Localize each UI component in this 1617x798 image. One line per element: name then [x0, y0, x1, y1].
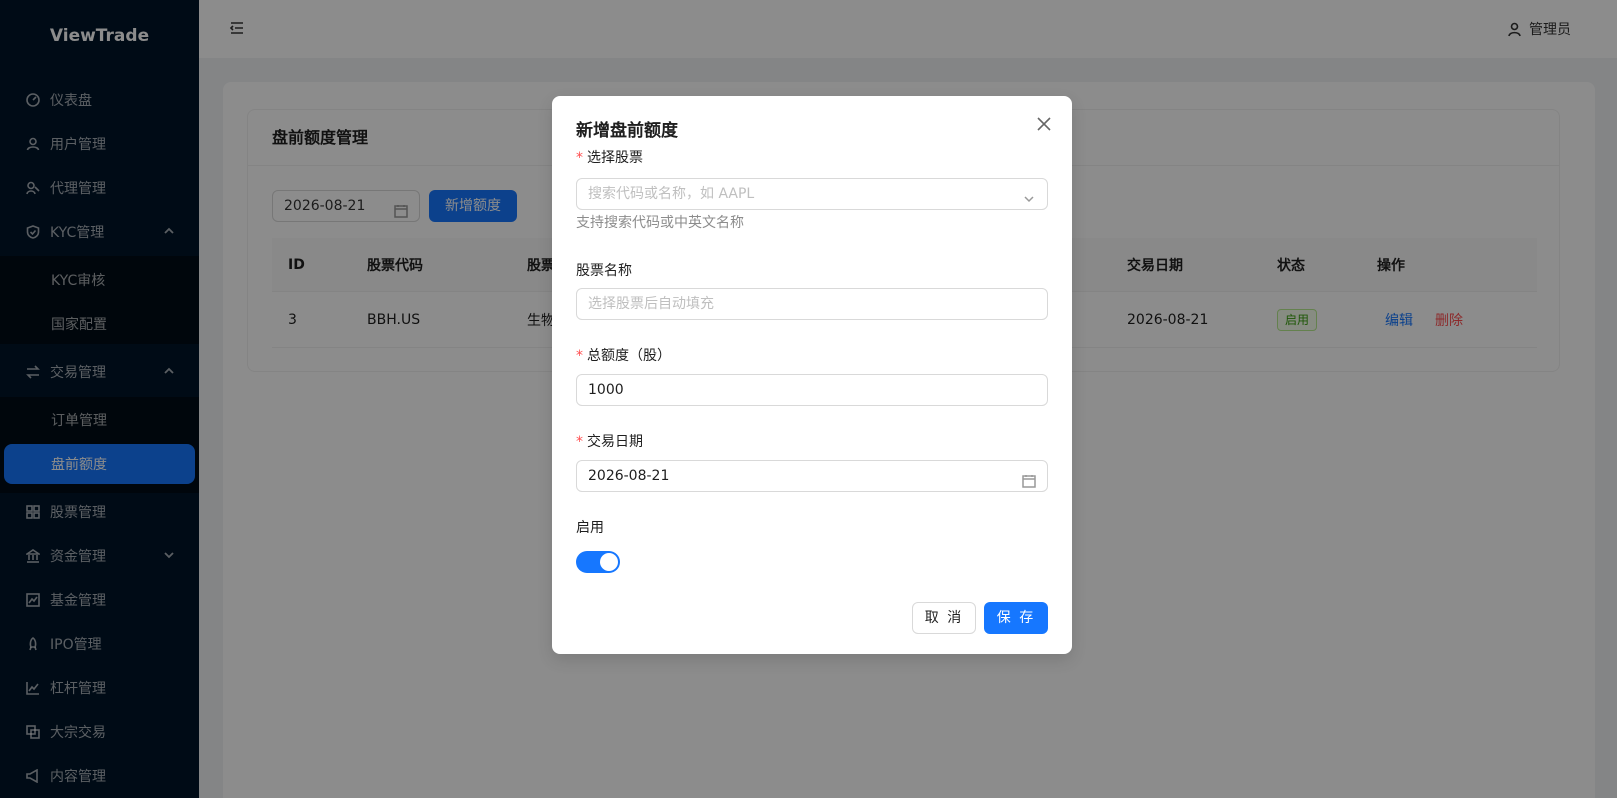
quota-value: 1000: [588, 382, 624, 398]
modal-title: 新增盘前额度: [576, 121, 678, 141]
stock-name-label: 股票名称: [576, 263, 632, 279]
chevron-down-icon: [1022, 187, 1036, 203]
stock-name-placeholder: 选择股票后自动填充: [588, 296, 714, 312]
trade-date-value: 2026-08-21: [588, 468, 670, 484]
stock-select-placeholder: 搜索代码或名称，如 AAPL: [588, 186, 755, 202]
calendar-icon: [1022, 469, 1036, 488]
add-quota-modal: 新增盘前额度 * 选择股票 搜索代码或名称，如 AAPL 支持搜索代码或中英文名称…: [552, 96, 1072, 654]
stock-label: * 选择股票: [576, 150, 643, 166]
stock-select[interactable]: 搜索代码或名称，如 AAPL: [576, 178, 1048, 210]
trade-date-label: * 交易日期: [576, 434, 643, 450]
save-button[interactable]: 保 存: [984, 602, 1048, 634]
enable-label: 启用: [576, 520, 604, 536]
stock-help-text: 支持搜索代码或中英文名称: [576, 215, 744, 231]
enable-switch[interactable]: [576, 551, 620, 573]
quota-label: * 总额度（股）: [576, 348, 671, 364]
cancel-button[interactable]: 取 消: [912, 602, 976, 634]
trade-date-picker[interactable]: 2026-08-21: [576, 460, 1048, 492]
close-icon[interactable]: [1036, 116, 1052, 132]
quota-input[interactable]: 1000: [576, 374, 1048, 406]
switch-knob: [600, 553, 618, 571]
stock-name-input[interactable]: 选择股票后自动填充: [576, 288, 1048, 320]
